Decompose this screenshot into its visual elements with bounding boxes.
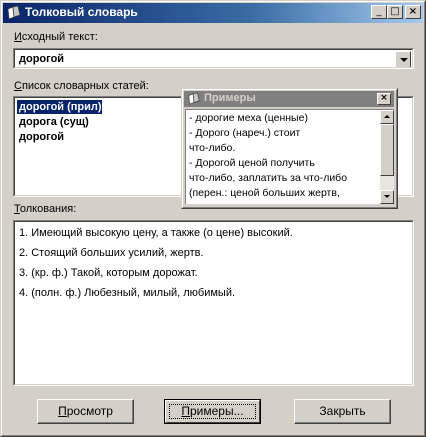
window-title: Толковый словарь bbox=[25, 5, 138, 19]
close-window-button[interactable]: × bbox=[405, 5, 421, 19]
definition-item: 4. (полн. ф.) Любезный, милый, любимый. bbox=[19, 287, 236, 299]
list-item[interactable]: дорогой bbox=[17, 130, 64, 144]
example-line: что-либо, заплатить за что-либо bbox=[189, 172, 348, 184]
dropdown-button[interactable] bbox=[395, 51, 411, 67]
example-line: (перен.: ценой больших жертв, bbox=[189, 187, 340, 199]
list-item[interactable]: дорогой (прил) bbox=[17, 100, 102, 114]
close-icon: × bbox=[380, 93, 388, 103]
minimize-button[interactable]: _ bbox=[371, 5, 387, 19]
title-bar[interactable]: Толковый словарь _ □ × bbox=[3, 3, 423, 23]
close-button[interactable]: Закрыть bbox=[294, 399, 391, 424]
maximize-button[interactable]: □ bbox=[387, 5, 403, 19]
source-text-combobox[interactable]: дорогой bbox=[13, 48, 414, 69]
book-icon bbox=[188, 92, 200, 105]
preview-button[interactable]: Просмотр bbox=[37, 399, 134, 424]
vertical-scrollbar[interactable] bbox=[380, 110, 394, 204]
popup-title-bar[interactable]: Примеры × bbox=[184, 91, 394, 107]
examples-button[interactable]: Примеры... bbox=[164, 399, 261, 424]
definitions-text[interactable]: 1. Имеющий высокую цену, а также (о цене… bbox=[13, 220, 414, 386]
chevron-down-icon bbox=[384, 195, 390, 198]
book-icon bbox=[7, 5, 21, 20]
example-line: - Дорогой ценой получить bbox=[189, 157, 315, 169]
examples-popup: Примеры × - дорогие меха (ценные) - Доро… bbox=[181, 88, 398, 209]
entries-label: Список словарных статей: bbox=[14, 80, 149, 92]
definition-item: 1. Имеющий высокую цену, а также (о цене… bbox=[19, 227, 293, 239]
maximize-icon: □ bbox=[390, 6, 400, 17]
minimize-icon: _ bbox=[376, 6, 382, 17]
source-text-label: Исходный текст: bbox=[14, 31, 98, 43]
example-line: что-либо. bbox=[189, 142, 236, 154]
chevron-down-icon bbox=[400, 58, 408, 62]
dictionary-window: Толковый словарь _ □ × Исходный текст: д… bbox=[0, 0, 426, 437]
popup-title: Примеры bbox=[204, 92, 256, 104]
close-icon: × bbox=[408, 6, 418, 17]
definition-item: 3. (кр. ф.) Такой, которым дорожат. bbox=[19, 267, 198, 279]
scroll-down-button[interactable] bbox=[380, 190, 394, 204]
examples-text[interactable]: - дорогие меха (ценные) - Дорого (нареч.… bbox=[185, 109, 394, 204]
scroll-up-button[interactable] bbox=[380, 110, 394, 124]
definitions-label: Толкования: bbox=[14, 203, 77, 215]
list-item[interactable]: дорога (сущ) bbox=[17, 115, 89, 129]
example-line: - дорогие меха (ценные) bbox=[189, 112, 308, 124]
source-text-value[interactable]: дорогой bbox=[19, 53, 64, 65]
scroll-thumb[interactable] bbox=[380, 124, 394, 176]
chevron-up-icon bbox=[384, 115, 390, 118]
popup-close-button[interactable]: × bbox=[377, 93, 391, 105]
example-line: - Дорого (нареч.) стоит bbox=[189, 127, 301, 139]
definition-item: 2. Стоящий больших усилий, жертв. bbox=[19, 247, 204, 259]
